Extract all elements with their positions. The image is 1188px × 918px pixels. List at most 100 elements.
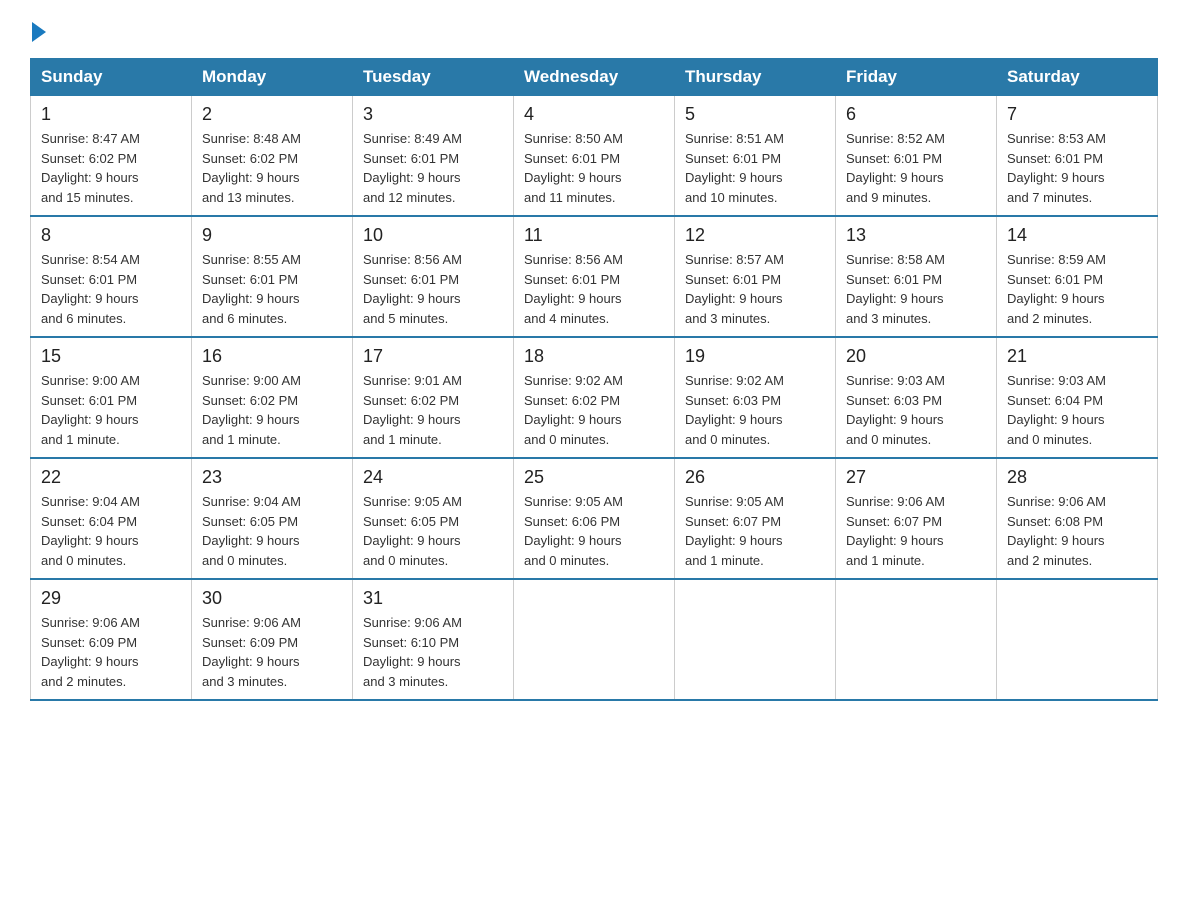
logo: [30, 20, 46, 38]
day-info: Sunrise: 9:04 AMSunset: 6:04 PMDaylight:…: [41, 492, 181, 570]
day-number: 28: [1007, 467, 1147, 488]
day-number: 3: [363, 104, 503, 125]
calendar-cell: 28Sunrise: 9:06 AMSunset: 6:08 PMDayligh…: [997, 458, 1158, 579]
header-thursday: Thursday: [675, 59, 836, 96]
calendar-cell: 10 Sunrise: 8:56 AMSunset: 6:01 PMDayligh…: [353, 216, 514, 337]
day-info: Sunrise: 8:47 AMSunset: 6:02 PMDaylight:…: [41, 129, 181, 207]
calendar-table: SundayMondayTuesdayWednesdayThursdayFrid…: [30, 58, 1158, 701]
week-row-1: 1 Sunrise: 8:47 AMSunset: 6:02 PMDaylight…: [31, 96, 1158, 217]
day-info: Sunrise: 8:57 AMSunset: 6:01 PMDaylight:…: [685, 250, 825, 328]
calendar-cell: 8Sunrise: 8:54 AMSunset: 6:01 PMDaylight…: [31, 216, 192, 337]
day-info: Sunrise: 8:51 AMSunset: 6:01 PMDaylight:…: [685, 129, 825, 207]
calendar-cell: 20 Sunrise: 9:03 AMSunset: 6:03 PMDayligh…: [836, 337, 997, 458]
day-number: 16: [202, 346, 342, 367]
calendar-cell: 12 Sunrise: 8:57 AMSunset: 6:01 PMDayligh…: [675, 216, 836, 337]
day-info: Sunrise: 8:49 AMSunset: 6:01 PMDaylight:…: [363, 129, 503, 207]
header-friday: Friday: [836, 59, 997, 96]
calendar-cell: [514, 579, 675, 700]
calendar-cell: 9 Sunrise: 8:55 AMSunset: 6:01 PMDaylight…: [192, 216, 353, 337]
day-info: Sunrise: 9:01 AMSunset: 6:02 PMDaylight:…: [363, 371, 503, 449]
day-info: Sunrise: 8:56 AMSunset: 6:01 PMDaylight:…: [524, 250, 664, 328]
day-info: Sunrise: 9:00 AMSunset: 6:01 PMDaylight:…: [41, 371, 181, 449]
day-info: Sunrise: 8:54 AMSunset: 6:01 PMDaylight:…: [41, 250, 181, 328]
header-monday: Monday: [192, 59, 353, 96]
week-row-5: 29 Sunrise: 9:06 AMSunset: 6:09 PMDayligh…: [31, 579, 1158, 700]
week-row-3: 15 Sunrise: 9:00 AMSunset: 6:01 PMDayligh…: [31, 337, 1158, 458]
day-number: 14: [1007, 225, 1147, 246]
calendar-cell: 4 Sunrise: 8:50 AMSunset: 6:01 PMDaylight…: [514, 96, 675, 217]
day-info: Sunrise: 9:05 AMSunset: 6:06 PMDaylight:…: [524, 492, 664, 570]
page-header: [30, 20, 1158, 38]
calendar-cell: 24 Sunrise: 9:05 AMSunset: 6:05 PMDayligh…: [353, 458, 514, 579]
day-info: Sunrise: 9:03 AMSunset: 6:03 PMDaylight:…: [846, 371, 986, 449]
calendar-cell: 26 Sunrise: 9:05 AMSunset: 6:07 PMDayligh…: [675, 458, 836, 579]
day-number: 31: [363, 588, 503, 609]
calendar-cell: 16 Sunrise: 9:00 AMSunset: 6:02 PMDayligh…: [192, 337, 353, 458]
calendar-cell: 15 Sunrise: 9:00 AMSunset: 6:01 PMDayligh…: [31, 337, 192, 458]
calendar-cell: 2 Sunrise: 8:48 AMSunset: 6:02 PMDaylight…: [192, 96, 353, 217]
day-info: Sunrise: 8:56 AMSunset: 6:01 PMDaylight:…: [363, 250, 503, 328]
day-info: Sunrise: 8:58 AMSunset: 6:01 PMDaylight:…: [846, 250, 986, 328]
day-number: 19: [685, 346, 825, 367]
day-number: 26: [685, 467, 825, 488]
day-info: Sunrise: 8:55 AMSunset: 6:01 PMDaylight:…: [202, 250, 342, 328]
day-number: 20: [846, 346, 986, 367]
day-number: 29: [41, 588, 181, 609]
header-sunday: Sunday: [31, 59, 192, 96]
calendar-cell: 6Sunrise: 8:52 AMSunset: 6:01 PMDaylight…: [836, 96, 997, 217]
day-info: Sunrise: 9:02 AMSunset: 6:03 PMDaylight:…: [685, 371, 825, 449]
day-info: Sunrise: 8:53 AMSunset: 6:01 PMDaylight:…: [1007, 129, 1147, 207]
day-info: Sunrise: 8:50 AMSunset: 6:01 PMDaylight:…: [524, 129, 664, 207]
day-number: 10: [363, 225, 503, 246]
day-number: 11: [524, 225, 664, 246]
day-info: Sunrise: 9:04 AMSunset: 6:05 PMDaylight:…: [202, 492, 342, 570]
calendar-cell: [997, 579, 1158, 700]
day-number: 5: [685, 104, 825, 125]
calendar-cell: 21Sunrise: 9:03 AMSunset: 6:04 PMDayligh…: [997, 337, 1158, 458]
day-number: 22: [41, 467, 181, 488]
calendar-cell: 17Sunrise: 9:01 AMSunset: 6:02 PMDayligh…: [353, 337, 514, 458]
calendar-cell: 31 Sunrise: 9:06 AMSunset: 6:10 PMDayligh…: [353, 579, 514, 700]
day-info: Sunrise: 9:00 AMSunset: 6:02 PMDaylight:…: [202, 371, 342, 449]
day-info: Sunrise: 9:05 AMSunset: 6:07 PMDaylight:…: [685, 492, 825, 570]
calendar-cell: 23Sunrise: 9:04 AMSunset: 6:05 PMDayligh…: [192, 458, 353, 579]
calendar-cell: 18Sunrise: 9:02 AMSunset: 6:02 PMDayligh…: [514, 337, 675, 458]
day-info: Sunrise: 9:06 AMSunset: 6:09 PMDaylight:…: [202, 613, 342, 691]
day-number: 18: [524, 346, 664, 367]
day-number: 15: [41, 346, 181, 367]
calendar-cell: 1 Sunrise: 8:47 AMSunset: 6:02 PMDaylight…: [31, 96, 192, 217]
day-number: 9: [202, 225, 342, 246]
day-number: 7: [1007, 104, 1147, 125]
day-number: 13: [846, 225, 986, 246]
calendar-cell: 14 Sunrise: 8:59 AMSunset: 6:01 PMDayligh…: [997, 216, 1158, 337]
day-number: 30: [202, 588, 342, 609]
day-info: Sunrise: 8:52 AMSunset: 6:01 PMDaylight:…: [846, 129, 986, 207]
week-row-4: 22 Sunrise: 9:04 AMSunset: 6:04 PMDayligh…: [31, 458, 1158, 579]
day-info: Sunrise: 9:06 AMSunset: 6:10 PMDaylight:…: [363, 613, 503, 691]
day-number: 2: [202, 104, 342, 125]
day-info: Sunrise: 9:05 AMSunset: 6:05 PMDaylight:…: [363, 492, 503, 570]
day-number: 27: [846, 467, 986, 488]
calendar-cell: 19 Sunrise: 9:02 AMSunset: 6:03 PMDayligh…: [675, 337, 836, 458]
calendar-cell: 25 Sunrise: 9:05 AMSunset: 6:06 PMDayligh…: [514, 458, 675, 579]
calendar-cell: 27Sunrise: 9:06 AMSunset: 6:07 PMDayligh…: [836, 458, 997, 579]
day-info: Sunrise: 8:59 AMSunset: 6:01 PMDaylight:…: [1007, 250, 1147, 328]
day-info: Sunrise: 9:06 AMSunset: 6:09 PMDaylight:…: [41, 613, 181, 691]
week-row-2: 8Sunrise: 8:54 AMSunset: 6:01 PMDaylight…: [31, 216, 1158, 337]
day-number: 25: [524, 467, 664, 488]
day-number: 12: [685, 225, 825, 246]
calendar-cell: 13 Sunrise: 8:58 AMSunset: 6:01 PMDayligh…: [836, 216, 997, 337]
calendar-cell: 11 Sunrise: 8:56 AMSunset: 6:01 PMDayligh…: [514, 216, 675, 337]
day-number: 24: [363, 467, 503, 488]
calendar-cell: [836, 579, 997, 700]
day-info: Sunrise: 8:48 AMSunset: 6:02 PMDaylight:…: [202, 129, 342, 207]
day-number: 4: [524, 104, 664, 125]
header-tuesday: Tuesday: [353, 59, 514, 96]
calendar-cell: [675, 579, 836, 700]
day-number: 21: [1007, 346, 1147, 367]
calendar-cell: 22 Sunrise: 9:04 AMSunset: 6:04 PMDayligh…: [31, 458, 192, 579]
day-number: 1: [41, 104, 181, 125]
logo-arrow-icon: [32, 22, 46, 42]
calendar-cell: 3 Sunrise: 8:49 AMSunset: 6:01 PMDaylight…: [353, 96, 514, 217]
header-wednesday: Wednesday: [514, 59, 675, 96]
